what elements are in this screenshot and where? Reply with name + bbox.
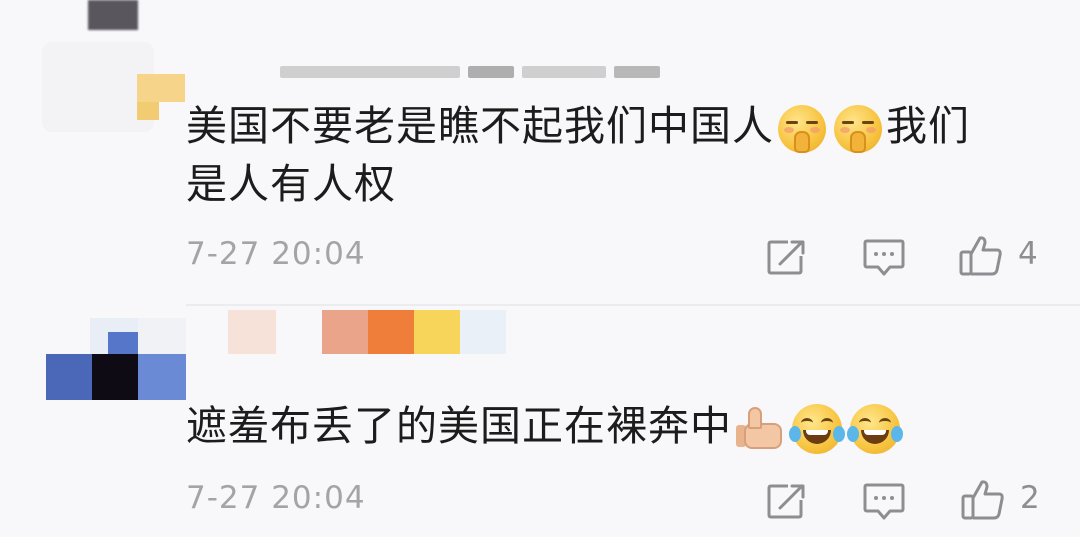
comment-timestamp: 7-27 20:04: [186, 480, 366, 516]
previous-avatar-fragment: [88, 0, 138, 30]
like-icon[interactable]: [958, 234, 1004, 278]
comment-text-line1: 遮羞布丢了的美国正在裸奔中: [186, 402, 732, 450]
shushing-face-emoji: [778, 105, 826, 153]
repost-icon[interactable]: [766, 482, 808, 520]
comment-icon[interactable]: [862, 482, 906, 522]
comment-text: 遮羞布丢了的美国正在裸奔中: [186, 396, 904, 456]
tears-of-joy-emoji: [789, 404, 845, 454]
avatar[interactable]: [46, 318, 186, 400]
comment-text-line2: 是人有人权: [186, 160, 396, 208]
comment-timestamp: 7-27 20:04: [186, 236, 366, 272]
comment-text: 美国不要老是瞧不起我们中国人 我们: [186, 96, 970, 156]
comment-icon[interactable]: [862, 238, 906, 278]
tears-of-joy-emoji: [847, 404, 903, 454]
user-badge: [137, 74, 185, 120]
username-redacted[interactable]: [280, 66, 660, 82]
shushing-face-emoji: [834, 105, 882, 153]
like-count: 4: [1018, 236, 1038, 272]
repost-icon[interactable]: [766, 238, 808, 276]
like-icon[interactable]: [960, 478, 1006, 522]
thumbs-up-emoji: [736, 407, 784, 451]
comment-divider: [186, 304, 1080, 306]
comment-text-line1: 美国不要老是瞧不起我们中国人: [186, 102, 774, 150]
comment-text-tail: 我们: [886, 102, 970, 150]
like-count: 2: [1020, 480, 1040, 516]
